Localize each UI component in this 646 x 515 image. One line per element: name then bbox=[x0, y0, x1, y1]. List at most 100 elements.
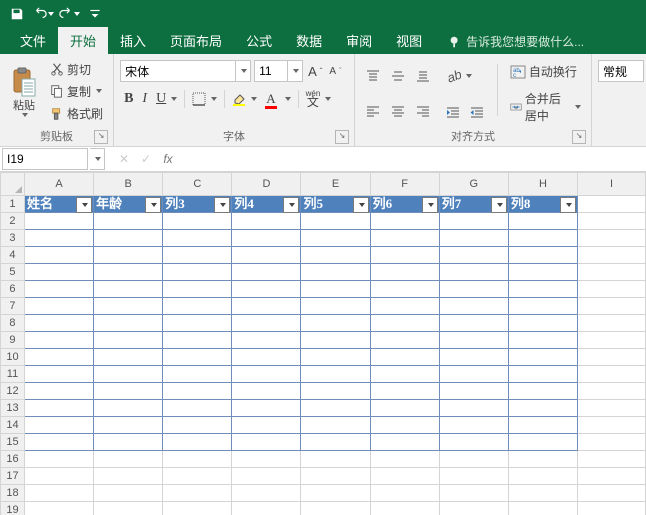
cell-A16[interactable] bbox=[24, 451, 93, 468]
cell-A4[interactable] bbox=[24, 247, 93, 264]
cell-D14[interactable] bbox=[232, 417, 301, 434]
decrease-indent-button[interactable] bbox=[441, 103, 465, 121]
bold-button[interactable]: B bbox=[120, 89, 137, 109]
cell-I10[interactable] bbox=[577, 349, 645, 366]
cell-C17[interactable] bbox=[163, 468, 232, 485]
cell-E5[interactable] bbox=[301, 264, 370, 281]
cell-D10[interactable] bbox=[232, 349, 301, 366]
cell-B8[interactable] bbox=[94, 315, 163, 332]
cell-I13[interactable] bbox=[577, 400, 645, 417]
cell-I17[interactable] bbox=[577, 468, 645, 485]
col-header-A[interactable]: A bbox=[24, 173, 93, 196]
cell-F11[interactable] bbox=[370, 366, 439, 383]
cell-D2[interactable] bbox=[232, 213, 301, 230]
cell-B18[interactable] bbox=[94, 485, 163, 502]
cancel-formula-button[interactable]: ✕ bbox=[113, 149, 135, 169]
cell-G1[interactable]: 列7 bbox=[439, 196, 508, 213]
cell-B13[interactable] bbox=[94, 400, 163, 417]
cell-A3[interactable] bbox=[24, 230, 93, 247]
underline-button[interactable]: U bbox=[152, 89, 181, 109]
cell-D1[interactable]: 列4 bbox=[232, 196, 301, 213]
cell-F14[interactable] bbox=[370, 417, 439, 434]
filter-button-7[interactable] bbox=[560, 197, 576, 213]
cell-C9[interactable] bbox=[163, 332, 232, 349]
cell-C19[interactable] bbox=[163, 502, 232, 515]
filter-button-2[interactable] bbox=[214, 197, 230, 213]
cell-D16[interactable] bbox=[232, 451, 301, 468]
cell-F10[interactable] bbox=[370, 349, 439, 366]
cell-D13[interactable] bbox=[232, 400, 301, 417]
cell-I6[interactable] bbox=[577, 281, 645, 298]
cell-B7[interactable] bbox=[94, 298, 163, 315]
cell-I7[interactable] bbox=[577, 298, 645, 315]
align-right-button[interactable] bbox=[411, 102, 435, 120]
cell-B4[interactable] bbox=[94, 247, 163, 264]
cell-E4[interactable] bbox=[301, 247, 370, 264]
cell-I4[interactable] bbox=[577, 247, 645, 264]
col-header-D[interactable]: D bbox=[232, 173, 301, 196]
cell-G2[interactable] bbox=[439, 213, 508, 230]
cell-G5[interactable] bbox=[439, 264, 508, 281]
cell-I5[interactable] bbox=[577, 264, 645, 281]
cell-F19[interactable] bbox=[370, 502, 439, 515]
cell-G4[interactable] bbox=[439, 247, 508, 264]
cell-C14[interactable] bbox=[163, 417, 232, 434]
row-header-6[interactable]: 6 bbox=[1, 281, 25, 298]
cell-D7[interactable] bbox=[232, 298, 301, 315]
cell-C15[interactable] bbox=[163, 434, 232, 451]
cell-F9[interactable] bbox=[370, 332, 439, 349]
cell-C2[interactable] bbox=[163, 213, 232, 230]
border-button[interactable] bbox=[188, 90, 221, 108]
cell-A17[interactable] bbox=[24, 468, 93, 485]
cell-D4[interactable] bbox=[232, 247, 301, 264]
cell-H8[interactable] bbox=[508, 315, 577, 332]
undo-button[interactable] bbox=[32, 3, 54, 25]
cell-E8[interactable] bbox=[301, 315, 370, 332]
cell-E3[interactable] bbox=[301, 230, 370, 247]
cell-G19[interactable] bbox=[439, 502, 508, 515]
cell-G14[interactable] bbox=[439, 417, 508, 434]
cell-F16[interactable] bbox=[370, 451, 439, 468]
cell-F8[interactable] bbox=[370, 315, 439, 332]
cell-H15[interactable] bbox=[508, 434, 577, 451]
cell-D18[interactable] bbox=[232, 485, 301, 502]
enter-formula-button[interactable]: ✓ bbox=[135, 149, 157, 169]
cell-C8[interactable] bbox=[163, 315, 232, 332]
copy-button[interactable]: 复制 bbox=[46, 81, 107, 102]
cell-C6[interactable] bbox=[163, 281, 232, 298]
cell-E13[interactable] bbox=[301, 400, 370, 417]
row-header-4[interactable]: 4 bbox=[1, 247, 25, 264]
cell-D8[interactable] bbox=[232, 315, 301, 332]
cell-D3[interactable] bbox=[232, 230, 301, 247]
cell-C16[interactable] bbox=[163, 451, 232, 468]
row-header-16[interactable]: 16 bbox=[1, 451, 25, 468]
align-middle-button[interactable] bbox=[386, 67, 410, 85]
col-header-G[interactable]: G bbox=[439, 173, 508, 196]
row-header-11[interactable]: 11 bbox=[1, 366, 25, 383]
cell-I14[interactable] bbox=[577, 417, 645, 434]
cell-D19[interactable] bbox=[232, 502, 301, 515]
cell-G16[interactable] bbox=[439, 451, 508, 468]
cell-B2[interactable] bbox=[94, 213, 163, 230]
cell-C18[interactable] bbox=[163, 485, 232, 502]
cell-H1[interactable]: 列8 bbox=[508, 196, 577, 213]
cell-G7[interactable] bbox=[439, 298, 508, 315]
cell-I16[interactable] bbox=[577, 451, 645, 468]
cell-H6[interactable] bbox=[508, 281, 577, 298]
cell-A2[interactable] bbox=[24, 213, 93, 230]
cell-H16[interactable] bbox=[508, 451, 577, 468]
row-header-7[interactable]: 7 bbox=[1, 298, 25, 315]
row-header-14[interactable]: 14 bbox=[1, 417, 25, 434]
italic-button[interactable]: I bbox=[138, 89, 151, 109]
wrap-text-button[interactable]: abc 自动换行 bbox=[506, 61, 585, 82]
cell-H17[interactable] bbox=[508, 468, 577, 485]
cell-A19[interactable] bbox=[24, 502, 93, 515]
cell-I9[interactable] bbox=[577, 332, 645, 349]
cell-G17[interactable] bbox=[439, 468, 508, 485]
save-button[interactable] bbox=[6, 3, 28, 25]
cell-B15[interactable] bbox=[94, 434, 163, 451]
cell-H9[interactable] bbox=[508, 332, 577, 349]
cell-B12[interactable] bbox=[94, 383, 163, 400]
cell-D5[interactable] bbox=[232, 264, 301, 281]
cell-E17[interactable] bbox=[301, 468, 370, 485]
